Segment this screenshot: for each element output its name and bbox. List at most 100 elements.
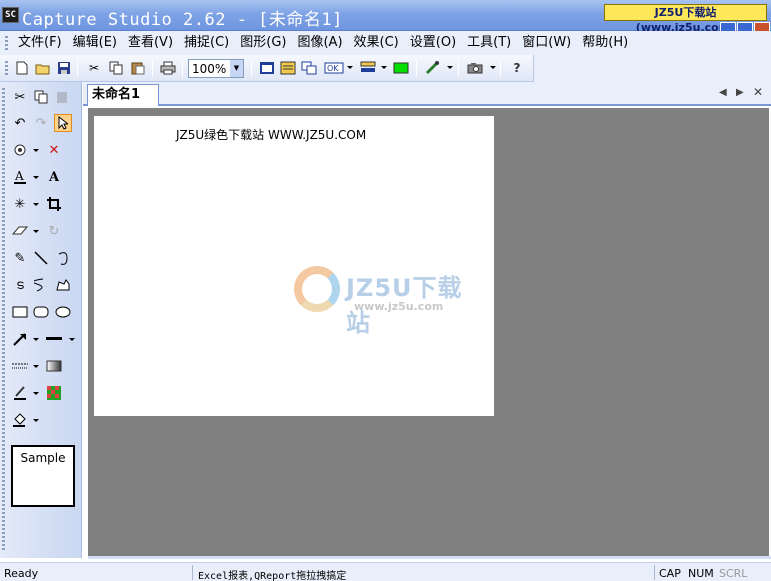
bezier-icon[interactable] [32,276,50,294]
paste-icon[interactable] [54,88,72,106]
freehand-icon[interactable]: ട [11,276,29,294]
rounded-rectangle-icon[interactable] [32,303,50,321]
save-icon[interactable] [54,58,74,78]
chevron-down-icon[interactable] [347,66,353,69]
rotate-icon[interactable]: ↻ [45,222,63,240]
color-swatch-icon[interactable] [391,58,411,78]
line-icon[interactable] [32,249,50,267]
status-ready: Ready [4,567,39,580]
chevron-down-icon[interactable]: ▼ [230,60,243,77]
chevron-down-icon[interactable] [33,203,39,206]
chevron-down-icon[interactable] [33,176,39,179]
toolbar-separator [152,59,153,77]
fill-color-icon[interactable] [358,58,378,78]
zoom-select[interactable]: 100% ▼ [188,59,244,78]
ok-icon[interactable]: OK [323,58,345,78]
toolbar-separator [251,59,252,77]
menu-settings[interactable]: 设置(O) [406,35,460,51]
status-separator [192,565,193,580]
tab-scroll-right-icon[interactable]: ▶ [736,87,744,98]
text-tool-icon[interactable]: A [45,168,63,186]
line-width-icon[interactable] [45,330,63,348]
undo-icon[interactable]: ↶ [11,114,29,132]
select-arrow-icon[interactable] [54,114,72,132]
chevron-down-icon[interactable] [447,66,453,69]
menu-tools[interactable]: 工具(T) [463,35,515,51]
chevron-down-icon[interactable] [69,338,75,341]
airbrush-icon[interactable]: ✎ [11,249,29,267]
color-picker-icon[interactable] [11,141,29,159]
cut-icon[interactable]: ✂ [84,58,104,78]
paint-bucket-icon[interactable] [11,411,29,429]
chevron-down-icon[interactable] [33,230,39,233]
menu-file[interactable]: 文件(F) [14,35,66,51]
close-document-icon[interactable]: ✕ [753,85,763,99]
arrow-style-icon[interactable] [11,330,29,348]
menu-image[interactable]: 图像(A) [293,35,346,51]
copy-icon[interactable] [32,88,50,106]
freeform-shape-icon[interactable] [54,276,72,294]
menu-edit[interactable]: 编辑(E) [69,35,121,51]
help-icon[interactable]: ? [507,58,527,78]
delete-icon[interactable]: ✕ [45,141,63,159]
document-tab-bar: 未命名1 ◀ ▶ ✕ [83,82,771,106]
image-canvas[interactable]: JZ5U绿色下载站 WWW.JZ5U.COM JZ5U下载站 www.jz5u.… [94,116,494,416]
canvas-text: JZ5U绿色下载站 WWW.JZ5U.COM [176,128,367,142]
menu-capture[interactable]: 捕捉(C) [180,35,233,51]
tab-scroll-left-icon[interactable]: ◀ [719,87,727,98]
eraser-icon[interactable] [11,222,29,240]
pattern-fill-icon[interactable] [45,384,63,402]
cut-icon[interactable]: ✂ [11,88,29,106]
minimize-button[interactable] [720,22,736,31]
maximize-button[interactable] [737,22,753,31]
toolbar-grip[interactable] [5,61,8,76]
capture-window-icon[interactable] [257,58,277,78]
chevron-down-icon[interactable] [33,338,39,341]
crop-icon[interactable] [45,195,63,213]
ellipse-icon[interactable] [54,303,72,321]
curve-icon[interactable] [54,249,72,267]
chevron-down-icon[interactable] [490,66,496,69]
paste-icon[interactable] [128,58,148,78]
print-icon[interactable] [158,58,178,78]
camera-icon[interactable] [466,58,486,78]
window-controls [720,22,771,31]
app-icon: SC [2,7,19,23]
menu-grip[interactable] [5,36,8,50]
menu-items: 文件(F) 编辑(E) 查看(V) 捕捉(C) 图形(G) 图像(A) 效果(C… [14,35,635,51]
menu-effects[interactable]: 效果(C) [350,35,403,51]
chevron-down-icon[interactable] [381,66,387,69]
rectangle-icon[interactable] [11,303,29,321]
chevron-down-icon[interactable] [33,365,39,368]
chevron-down-icon[interactable] [33,392,39,395]
redo-icon[interactable]: ↷ [32,114,50,132]
menu-help[interactable]: 帮助(H) [578,35,632,51]
palette-grip[interactable] [2,88,5,550]
menu-window[interactable]: 窗口(W) [518,35,575,51]
standard-toolbar: ✂ 100% ▼ OK ? [0,55,534,82]
menu-view[interactable]: 查看(V) [124,35,177,51]
capture-object-icon[interactable] [299,58,319,78]
pen-color-icon[interactable] [11,384,29,402]
close-button[interactable] [754,22,770,31]
eyedropper-icon[interactable] [422,58,442,78]
zoom-value: 100% [192,62,227,76]
workspace: JZ5U绿色下载站 WWW.JZ5U.COM JZ5U下载站 www.jz5u.… [88,108,769,556]
new-file-icon[interactable] [12,58,32,78]
text-color-icon[interactable]: A [11,168,29,186]
tool-palette: ✂ ↶ ↷ ✕ A A ✳ ↻ ✎ ട Sample [0,82,82,558]
open-folder-icon[interactable] [33,58,53,78]
line-style-icon[interactable] [11,357,29,375]
svg-text:OK: OK [327,64,339,73]
gradient-fill-icon[interactable] [45,357,63,375]
svg-text:A: A [14,169,24,183]
chevron-down-icon[interactable] [33,419,39,422]
capture-region-icon[interactable] [278,58,298,78]
copy-icon[interactable] [106,58,126,78]
tab-document[interactable]: 未命名1 [87,84,159,106]
chevron-down-icon[interactable] [33,149,39,152]
watermark-banner: JZ5U下载站(www.jz5u.com) [604,4,767,34]
horizontal-scrollbar[interactable] [88,556,771,559]
magic-wand-icon[interactable]: ✳ [11,195,29,213]
menu-graphics[interactable]: 图形(G) [236,35,290,51]
